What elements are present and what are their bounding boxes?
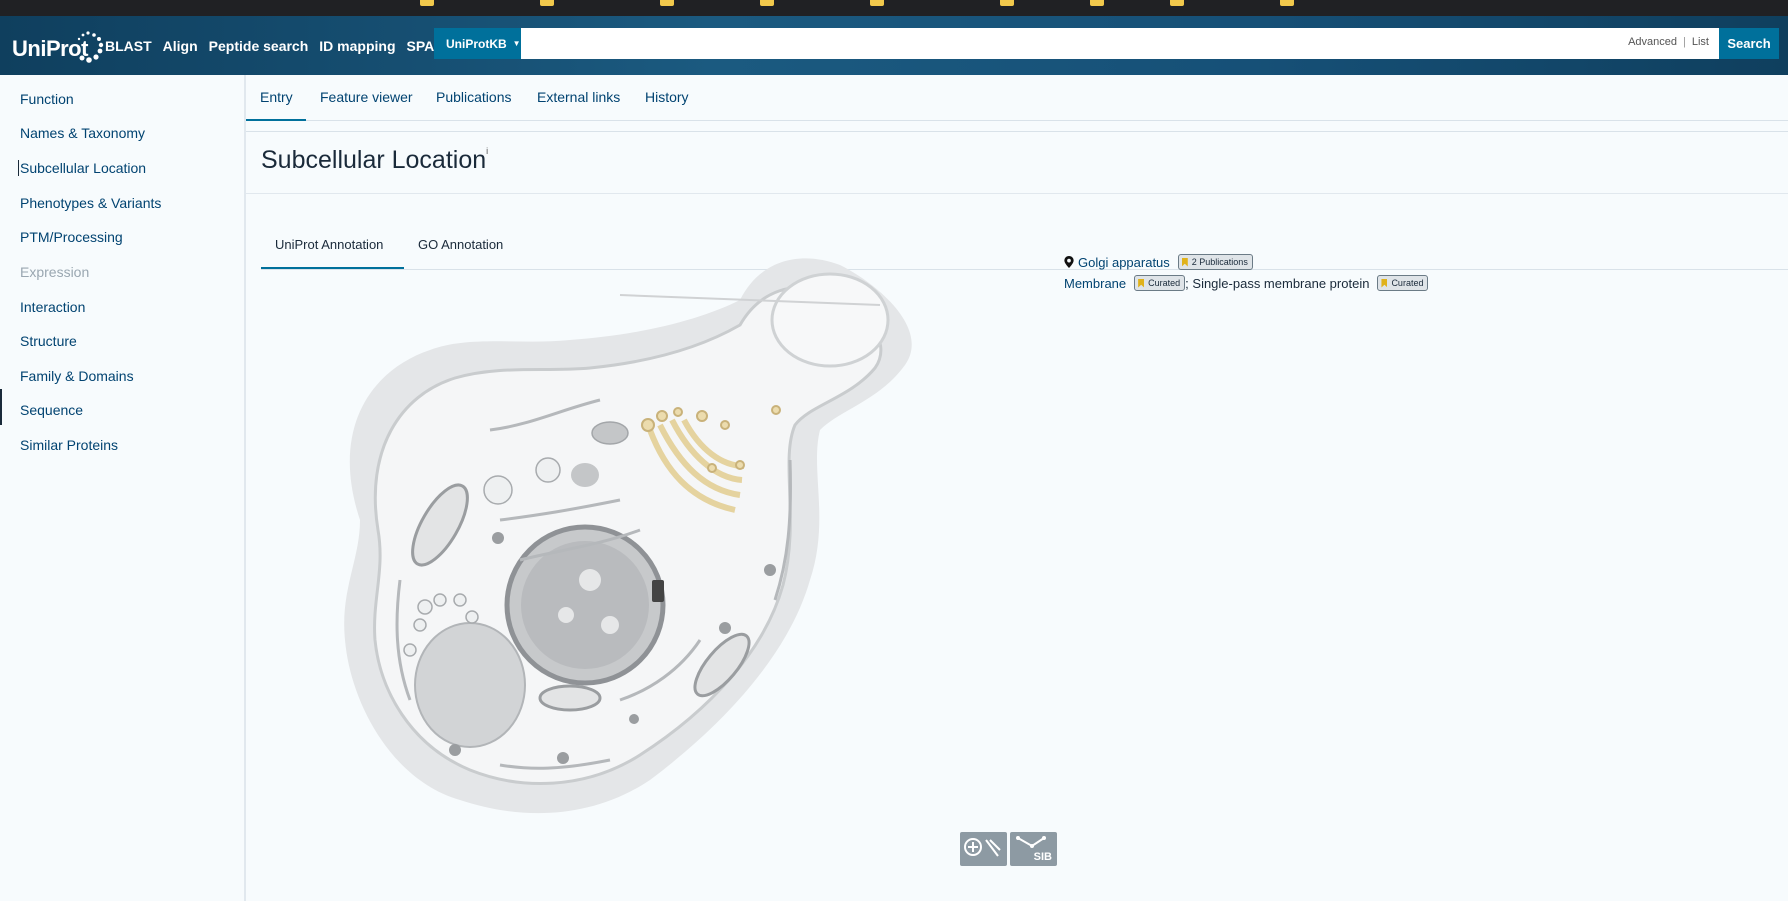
logo-dots-icon: [77, 31, 104, 63]
sidebar-item-names-taxonomy[interactable]: Names & Taxonomy: [20, 125, 145, 141]
entry-tabs: Entry Feature viewer Publications Extern…: [246, 75, 1788, 121]
database-select[interactable]: UniProtKB ▼: [434, 28, 521, 59]
advanced-search-link[interactable]: Advanced: [1628, 36, 1677, 48]
swissbiopics-logo-icon[interactable]: [960, 832, 1007, 866]
sidebar-active-indicator: [0, 389, 2, 425]
list-search-link[interactable]: List: [1692, 36, 1709, 48]
tab-history[interactable]: History: [645, 89, 689, 105]
nav-id-mapping[interactable]: ID mapping: [319, 38, 395, 54]
nav-peptide-search[interactable]: Peptide search: [209, 38, 309, 54]
sidebar-item-ptm-processing[interactable]: PTM/Processing: [20, 229, 123, 245]
swissbiopics-icon: [964, 838, 1001, 857]
vacuole: [414, 622, 526, 748]
sidebar-item-structure[interactable]: Structure: [20, 333, 77, 349]
bud: [770, 272, 890, 368]
sidebar-item-expression: Expression: [20, 264, 90, 280]
tab-external-links[interactable]: External links: [537, 89, 620, 105]
attribution-logos: SIB: [960, 832, 1057, 866]
evidence-badge-label: Curated: [1391, 278, 1424, 288]
tab-entry[interactable]: Entry: [260, 89, 293, 105]
bookmark-icon: [1381, 278, 1388, 288]
info-icon[interactable]: i: [486, 146, 488, 156]
browser-bookmark-bar: [0, 0, 1788, 16]
section-title: Subcellular Locationi: [261, 146, 488, 175]
sidebar-item-sequence[interactable]: Sequence: [20, 402, 83, 418]
search-button[interactable]: Search: [1719, 28, 1779, 59]
nav-align[interactable]: Align: [163, 38, 198, 54]
mitochondrion: [538, 684, 602, 712]
nucleoplasm: [521, 541, 649, 669]
tab-underline: [246, 119, 306, 121]
caret-down-icon: ▼: [512, 39, 521, 48]
main-nav: BLAST Align Peptide search ID mapping SP…: [105, 16, 475, 75]
nav-blast[interactable]: BLAST: [105, 38, 152, 54]
spindle-pole-body: [652, 580, 664, 602]
location-link-golgi[interactable]: Golgi apparatus: [1078, 255, 1170, 270]
sidebar: Function Names & Taxonomy Subcellular Lo…: [0, 75, 246, 901]
map-pin-icon: [1064, 256, 1074, 268]
bookmark-icon: [1138, 278, 1145, 288]
search-input[interactable]: [521, 28, 1621, 59]
sidebar-item-function[interactable]: Function: [20, 91, 74, 107]
evidence-badge-label: Curated: [1148, 278, 1181, 288]
search-box: Advanced | List: [521, 28, 1719, 59]
sidebar-item-subcellular-location[interactable]: Subcellular Location: [18, 160, 146, 176]
tab-publications[interactable]: Publications: [436, 89, 512, 105]
sidebar-item-interaction[interactable]: Interaction: [20, 299, 85, 315]
location-link-membrane[interactable]: Membrane: [1064, 276, 1126, 291]
tab-feature-viewer[interactable]: Feature viewer: [320, 89, 413, 105]
evidence-badge[interactable]: Curated: [1134, 275, 1186, 291]
evidence-badge-label: 2 Publications: [1191, 257, 1248, 267]
site-header: UniProt BLAST Align Peptide search ID ma…: [0, 16, 1788, 75]
sidebar-item-phenotypes-variants[interactable]: Phenotypes & Variants: [20, 195, 161, 211]
divider: [246, 193, 1788, 194]
sib-label: SIB: [1033, 851, 1052, 863]
database-select-label: UniProtKB: [446, 36, 507, 51]
topology-text: ; Single-pass membrane protein: [1185, 275, 1370, 291]
location-row-membrane: Membrane Curated ; Single-pass membrane …: [1064, 275, 1429, 291]
cell-illustration: [344, 258, 912, 814]
evidence-badge[interactable]: 2 Publications: [1177, 254, 1253, 270]
sidebar-item-family-domains[interactable]: Family & Domains: [20, 368, 134, 384]
search-links: Advanced | List: [1628, 36, 1709, 48]
section-title-text: Subcellular Location: [261, 146, 487, 174]
location-row-golgi: Golgi apparatus 2 Publications: [1064, 254, 1253, 270]
uniprot-logo[interactable]: UniProt: [12, 30, 104, 64]
bookmark-icon: [1181, 257, 1188, 267]
sidebar-item-similar-proteins[interactable]: Similar Proteins: [20, 437, 118, 453]
sib-logo-icon[interactable]: SIB: [1010, 832, 1057, 866]
evidence-badge[interactable]: Curated: [1377, 275, 1429, 291]
